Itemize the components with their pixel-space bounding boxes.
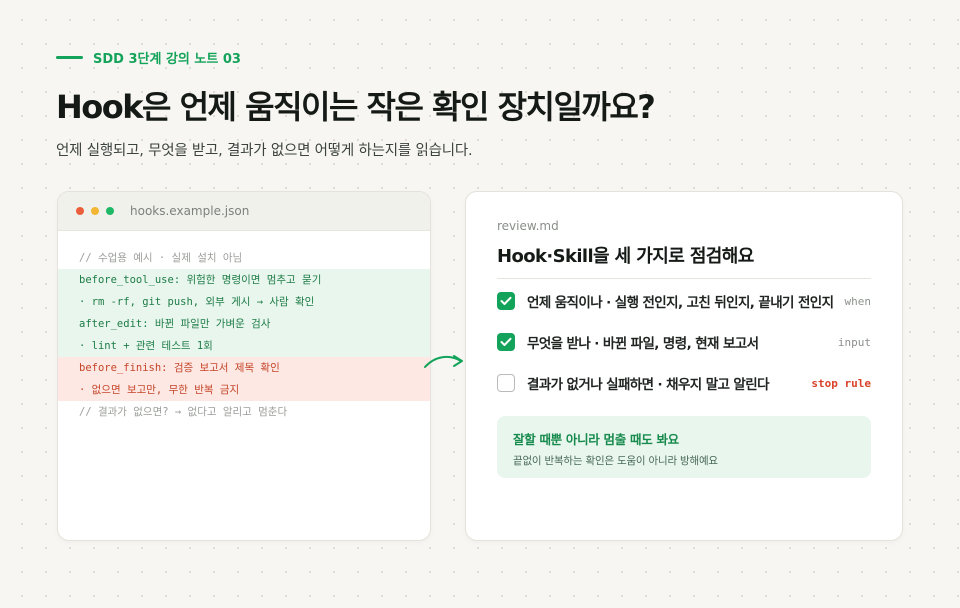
code-line-comment: // 수업용 예시 · 실제 설치 아님 [79,252,243,264]
checklist-item-when[interactable]: 언제 움직이나 · 실행 전인지, 고친 뒤인지, 끝내기 전인지 when [497,290,871,312]
code-window: hooks.example.json // 수업용 예시 · 실제 설치 아님 … [57,191,431,541]
code-line-before-finish: before_finish: 검증 보고서 제목 확인 [58,357,430,379]
note-title: 잘할 때뿐 아니라 멈출 때도 봐요 [513,432,679,447]
page-title: Hook은 언제 움직이는 작은 확인 장치일까요? [56,88,656,126]
code-filename: hooks.example.json [130,204,250,218]
code-value: 바뀐 파일만 가벼운 검사 [148,318,271,330]
checklist-tag: input [837,335,871,349]
code-line-detail: · rm -rf, git push, 외부 게시 → 사람 확인 [58,291,430,313]
checkbox-unchecked[interactable] [497,374,515,392]
check-icon [500,337,512,346]
page-subtitle: 언제 실행되고, 무엇을 받고, 결과가 없으면 어떻게 하는지를 읽습니다. [56,143,473,159]
checkbox-checked[interactable] [497,333,515,351]
code-line-comment: // 결과가 없으면? → 없다고 알리고 멈춘다 [79,406,288,418]
checklist-item-input[interactable]: 무엇을 받나 · 바뀐 파일, 명령, 현재 보고서 input [497,331,871,353]
accent-bar [56,56,83,59]
review-filename: review.md [497,219,559,233]
minimize-dot-icon[interactable] [91,207,99,215]
code-line-before-tool-use: before_tool_use: 위험한 명령이면 멈추고 묻기 [58,269,430,291]
close-dot-icon[interactable] [76,207,84,215]
checklist-label: 결과가 없거나 실패하면 · 채우지 말고 알린다 [527,377,769,393]
eyebrow: SDD 3단계 강의 노트 03 [56,48,241,67]
maximize-dot-icon[interactable] [106,207,114,215]
eyebrow-label: SDD 3단계 강의 노트 03 [93,52,241,67]
code-line-detail: · lint + 관련 테스트 1회 [58,335,430,357]
checklist-label: 무엇을 받나 · 바뀐 파일, 명령, 현재 보고서 [527,336,759,352]
code-value: 검증 보고서 제목 확인 [167,362,280,374]
code-line-after-edit: after_edit: 바뀐 파일만 가벼운 검사 [58,313,430,335]
curved-arrow-icon [424,355,463,368]
review-card: review.md Hook·Skill을 세 가지로 점검해요 언제 움직이나… [465,191,903,541]
code-value: 위험한 명령이면 멈추고 묻기 [180,274,322,286]
check-icon [500,296,512,305]
note-body: 끝없이 반복하는 확인은 도움이 아니라 방해예요 [513,455,718,467]
checklist-label: 언제 움직이나 · 실행 전인지, 고친 뒤인지, 끝내기 전인지 [527,295,834,311]
checklist-tag: when [844,294,872,308]
window-titlebar: hooks.example.json [58,192,430,231]
checklist-item-stop-rule[interactable]: 결과가 없거나 실패하면 · 채우지 말고 알린다 stop rule [497,372,871,394]
code-key: after_edit: [79,318,149,330]
checkbox-checked[interactable] [497,292,515,310]
divider [497,278,871,279]
code-key: before_tool_use: [79,274,181,286]
code-body: // 수업용 예시 · 실제 설치 아님 before_tool_use: 위험… [58,231,430,423]
code-line-detail: · 없으면 보고만, 무한 반복 금지 [58,379,430,401]
review-heading: Hook·Skill을 세 가지로 점검해요 [497,246,754,267]
note-callout: 잘할 때뿐 아니라 멈출 때도 봐요 끝없이 반복하는 확인은 도움이 아니라 … [497,416,871,478]
code-key: before_finish: [79,362,168,374]
checklist-tag: stop rule [811,376,871,390]
